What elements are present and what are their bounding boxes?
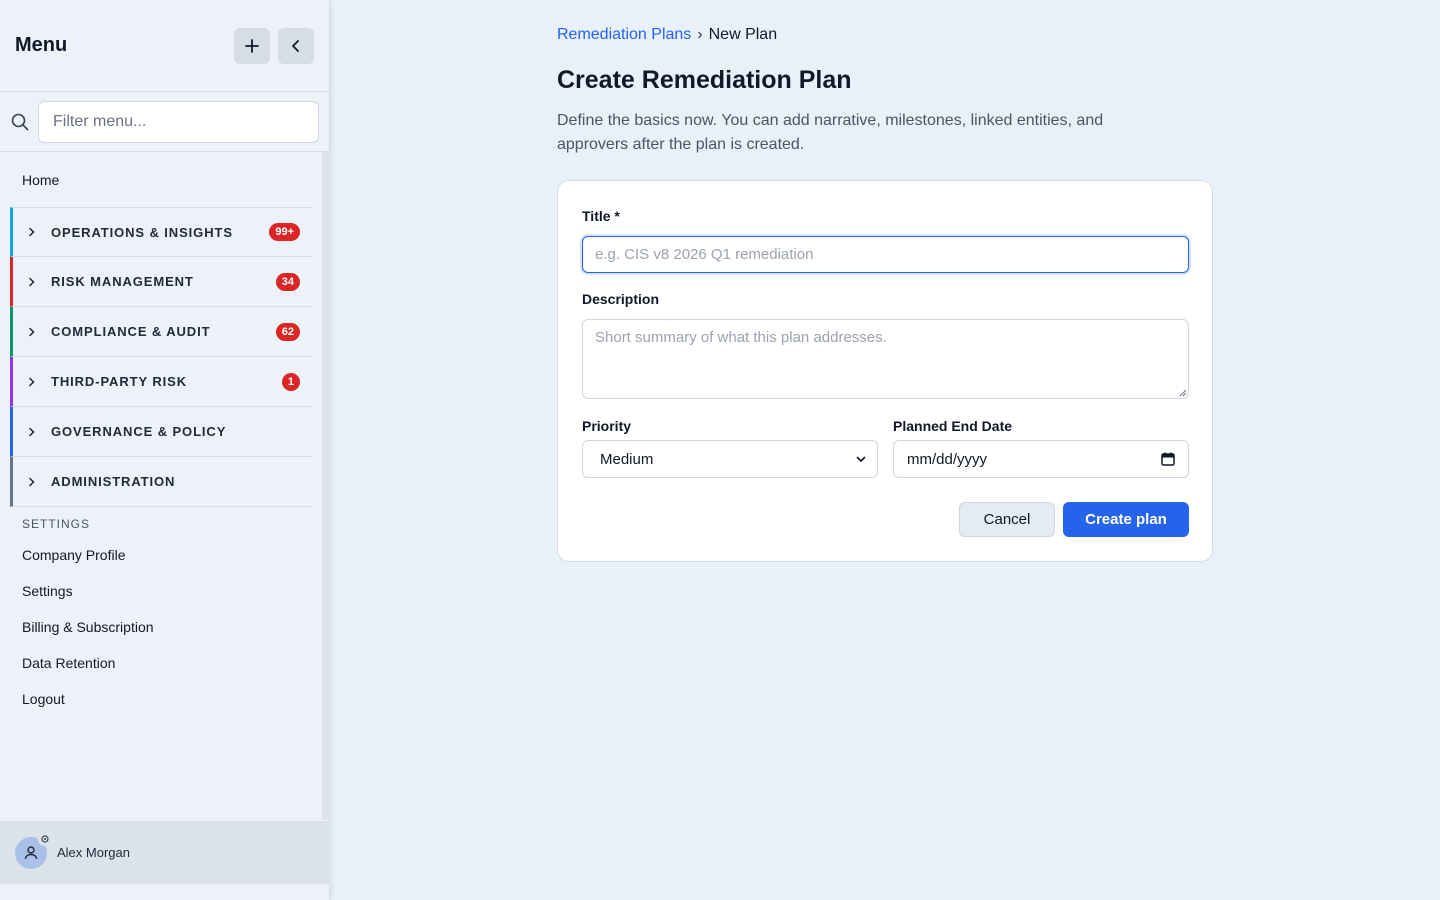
section-label: ADMINISTRATION [51, 474, 176, 489]
title-label: Title * [582, 208, 620, 224]
section-label: RISK MANAGEMENT [51, 274, 194, 289]
add-button[interactable] [234, 27, 270, 64]
collapse-sidebar-button[interactable] [278, 27, 314, 64]
nav-item-billing[interactable]: Billing & Subscription [0, 609, 322, 645]
chevron-right-icon [27, 377, 41, 387]
breadcrumb-link-remediation-plans[interactable]: Remediation Plans [557, 26, 691, 44]
page-description: Define the basics now. You can add narra… [557, 112, 1104, 153]
priority-selected-value: Medium [600, 450, 654, 468]
end-date-value: mm/dd/yyyy [907, 450, 988, 468]
user-bar[interactable]: Alex Morgan [0, 821, 330, 884]
create-plan-form: Title * Description Priority Medium Plan… [557, 180, 1213, 562]
cancel-button[interactable]: Cancel [959, 502, 1055, 537]
nav-item-logout[interactable]: Logout [0, 681, 322, 717]
section-risk-management[interactable]: RISK MANAGEMENT 34 [10, 257, 312, 307]
count-badge: 99+ [269, 223, 300, 241]
menu-title: Menu [15, 34, 68, 56]
chevron-right-icon [27, 427, 41, 437]
section-operations-insights[interactable]: OPERATIONS & INSIGHTS 99+ [10, 207, 312, 257]
resize-grip-icon[interactable] [1177, 387, 1187, 397]
section-third-party-risk[interactable]: THIRD-PARTY RISK 1 [10, 357, 312, 407]
nav-item-data-retention[interactable]: Data Retention [0, 645, 322, 681]
breadcrumb-separator: › [697, 26, 703, 43]
chevron-right-icon [27, 277, 41, 287]
menu-header: Menu [0, 0, 329, 92]
chevron-down-icon [856, 456, 866, 462]
create-plan-button[interactable]: Create plan [1063, 502, 1189, 537]
section-label: OPERATIONS & INSIGHTS [51, 224, 233, 240]
filter-row [0, 92, 329, 152]
chevron-left-icon [292, 39, 299, 52]
avatar[interactable] [15, 832, 51, 869]
section-label: GOVERNANCE & POLICY [51, 424, 227, 439]
section-governance-policy[interactable]: GOVERNANCE & POLICY [10, 407, 312, 457]
breadcrumb-current: New Plan [708, 26, 778, 43]
filter-menu-input[interactable] [38, 100, 319, 143]
gear-icon [38, 832, 51, 846]
breadcrumb: Remediation Plans › New Plan [557, 26, 777, 44]
chevron-right-icon [27, 477, 41, 487]
settings-heading: SETTINGS [22, 517, 91, 531]
section-administration[interactable]: ADMINISTRATION [10, 457, 312, 507]
nav-list: Home OPERATIONS & INSIGHTS 99+ RISK MANA… [0, 152, 322, 820]
menu-header-actions [234, 27, 314, 64]
count-badge: 1 [281, 372, 300, 391]
end-date-label: Planned End Date [893, 418, 1013, 434]
nav-item-settings[interactable]: Settings [0, 573, 322, 609]
sidebar-scrollbar[interactable] [322, 152, 329, 820]
page-title: Create Remediation Plan [557, 66, 852, 94]
priority-select[interactable]: Medium [582, 440, 878, 478]
section-label: COMPLIANCE & AUDIT [51, 324, 211, 339]
section-compliance-audit[interactable]: COMPLIANCE & AUDIT 62 [10, 307, 312, 357]
plus-icon [245, 38, 259, 53]
sidebar: Menu Home OPERATIONS & INSIGHTS 99+ [0, 0, 330, 900]
nav-sections: OPERATIONS & INSIGHTS 99+ RISK MANAGEMEN… [10, 207, 312, 507]
chevron-right-icon [27, 227, 41, 237]
section-label: THIRD-PARTY RISK [51, 374, 187, 389]
user-icon [24, 845, 38, 859]
description-textarea[interactable] [582, 319, 1189, 399]
count-badge: 62 [275, 322, 300, 341]
description-label: Description [582, 291, 660, 307]
end-date-input[interactable]: mm/dd/yyyy [893, 440, 1189, 478]
count-badge: 34 [275, 272, 300, 291]
nav-item-company-profile[interactable]: Company Profile [0, 537, 322, 573]
user-name: Alex Morgan [57, 845, 130, 860]
calendar-icon[interactable] [1160, 451, 1176, 467]
title-input[interactable] [582, 236, 1189, 273]
chevron-right-icon [27, 327, 41, 337]
nav-item-home[interactable]: Home [0, 152, 322, 207]
search-icon [10, 112, 30, 132]
priority-label: Priority [582, 418, 632, 434]
